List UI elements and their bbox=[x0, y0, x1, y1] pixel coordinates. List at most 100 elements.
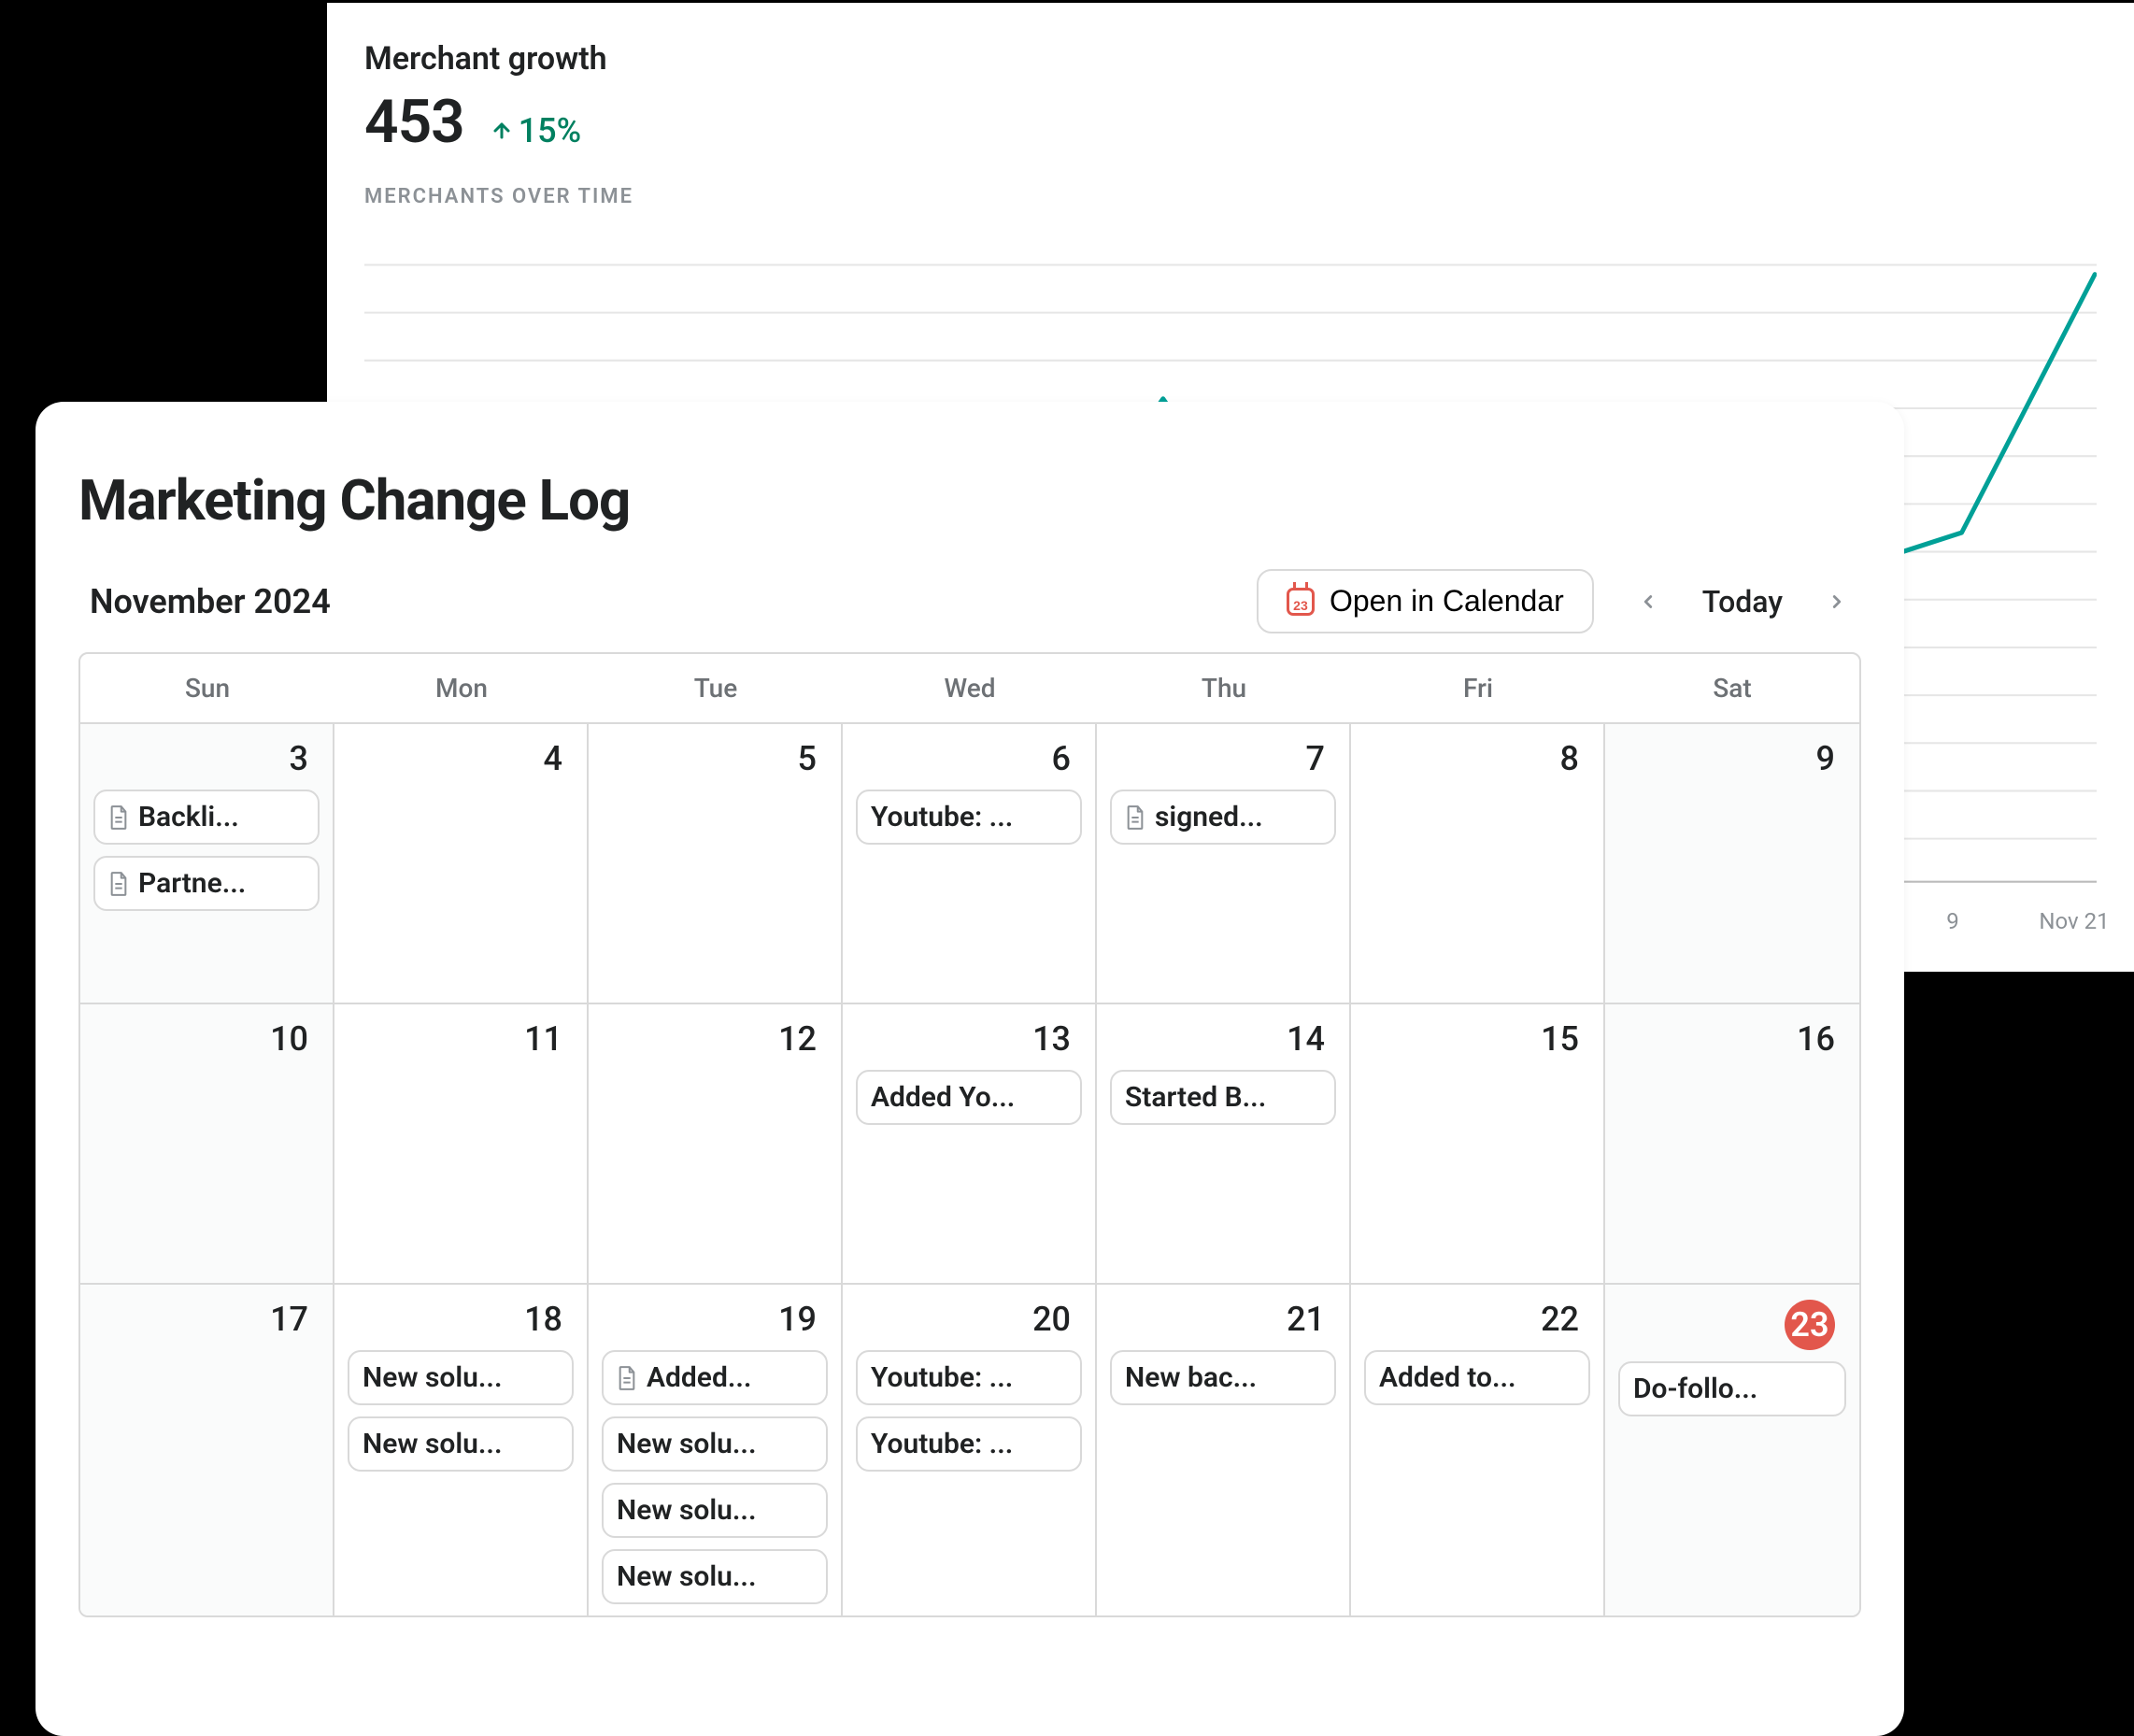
calendar-day[interactable]: 15 bbox=[1351, 1003, 1605, 1283]
calendar-day[interactable]: 11 bbox=[334, 1003, 589, 1283]
calendar-event-label: New bac... bbox=[1125, 1361, 1257, 1394]
kpi-value: 453 bbox=[364, 87, 464, 157]
calendar-day-number: 8 bbox=[1360, 735, 1594, 790]
next-month-button[interactable] bbox=[1816, 581, 1857, 622]
calendar-event-label: Added Yo... bbox=[871, 1081, 1015, 1114]
calendar-event[interactable]: Backli... bbox=[93, 790, 320, 845]
month-label: November 2024 bbox=[90, 582, 331, 621]
calendar-day[interactable]: 17 bbox=[80, 1283, 334, 1615]
calendar-day[interactable]: 7 signed... bbox=[1097, 722, 1351, 1003]
calendar-day-number: 10 bbox=[90, 1016, 323, 1070]
calendar-day[interactable]: 18New solu...New solu... bbox=[334, 1283, 589, 1615]
chart-title: Merchant growth bbox=[364, 40, 2134, 78]
calendar-event[interactable]: Do-follo... bbox=[1618, 1361, 1846, 1416]
kpi-row: 453 15% bbox=[364, 87, 2134, 157]
calendar-event-label: Youtube: ... bbox=[871, 801, 1013, 833]
calendar-event[interactable]: Youtube: ... bbox=[856, 1350, 1082, 1405]
calendar-event-label: Youtube: ... bbox=[871, 1428, 1013, 1460]
document-icon bbox=[108, 804, 129, 831]
calendar-event[interactable]: Started B... bbox=[1110, 1070, 1336, 1125]
calendar-event-label: Do-follo... bbox=[1633, 1373, 1757, 1405]
calendar-event-label: New solu... bbox=[617, 1560, 757, 1593]
calendar-event[interactable]: Partne... bbox=[93, 856, 320, 911]
today-button[interactable]: Today bbox=[1702, 584, 1783, 619]
dow-header: Wed bbox=[843, 654, 1097, 722]
calendar-day-number: 4 bbox=[344, 735, 577, 790]
dow-header: Mon bbox=[334, 654, 589, 722]
calendar-event-label: Added... bbox=[647, 1361, 751, 1394]
calendar-event-label: New solu... bbox=[363, 1361, 503, 1394]
x-tick-partial: 9 bbox=[1946, 908, 1959, 934]
calendar-day[interactable]: 6 Youtube: ... bbox=[843, 722, 1097, 1003]
calendar-day[interactable]: 5 bbox=[589, 722, 843, 1003]
calendar-event-label: New solu... bbox=[363, 1428, 503, 1460]
calendar-day[interactable]: 9 bbox=[1605, 722, 1859, 1003]
dow-header: Sun bbox=[80, 654, 334, 722]
calendar-day-number-today: 23 bbox=[1615, 1296, 1850, 1361]
dow-header: Fri bbox=[1351, 654, 1605, 722]
calendar-day[interactable]: 16 bbox=[1605, 1003, 1859, 1283]
calendar-event[interactable]: New solu... bbox=[602, 1483, 828, 1538]
calendar-event[interactable]: New solu... bbox=[348, 1416, 574, 1472]
document-icon bbox=[1125, 804, 1145, 831]
calendar-day[interactable]: 4 bbox=[334, 722, 589, 1003]
calendar-event[interactable]: Youtube: ... bbox=[856, 790, 1082, 845]
arrow-up-icon bbox=[491, 120, 513, 142]
open-in-calendar-label: Open in Calendar bbox=[1330, 584, 1564, 619]
document-icon bbox=[108, 871, 129, 897]
calendar-day-number: 14 bbox=[1106, 1016, 1340, 1070]
calendar-day-number: 19 bbox=[598, 1296, 832, 1350]
calendar-day[interactable]: 23 Do-follo... bbox=[1605, 1283, 1859, 1615]
calendar-day[interactable]: 20Youtube: ...Youtube: ... bbox=[843, 1283, 1097, 1615]
calendar-day-number: 7 bbox=[1106, 735, 1340, 790]
calendar-day-number: 16 bbox=[1615, 1016, 1850, 1070]
calendar-day[interactable]: 19 Added... New solu... New solu... New solu… bbox=[589, 1283, 843, 1615]
calendar-event[interactable]: New bac... bbox=[1110, 1350, 1336, 1405]
calendar-day[interactable]: 12 bbox=[589, 1003, 843, 1283]
calendar-event[interactable]: Added... bbox=[602, 1350, 828, 1405]
calendar-event-label: Partne... bbox=[138, 867, 246, 900]
calendar-event[interactable]: Added to... bbox=[1364, 1350, 1590, 1405]
calendar-event-label: signed... bbox=[1155, 801, 1263, 833]
calendar-day-number: 6 bbox=[852, 735, 1086, 790]
document-icon bbox=[617, 1365, 637, 1391]
calendar-event-label: New solu... bbox=[617, 1494, 757, 1527]
calendar-icon: 23 bbox=[1287, 588, 1315, 616]
calendar-event[interactable]: New solu... bbox=[602, 1549, 828, 1604]
calendar-day-number: 12 bbox=[598, 1016, 832, 1070]
prev-month-button[interactable] bbox=[1628, 581, 1669, 622]
calendar-event-label: Added to... bbox=[1379, 1361, 1516, 1394]
chevron-left-icon bbox=[1638, 591, 1658, 612]
open-in-calendar-button[interactable]: 23 Open in Calendar bbox=[1257, 569, 1594, 633]
calendar-event[interactable]: Youtube: ... bbox=[856, 1416, 1082, 1472]
calendar-day[interactable]: 8 bbox=[1351, 722, 1605, 1003]
calendar-day[interactable]: 14 Started B... bbox=[1097, 1003, 1351, 1283]
calendar-header: November 2024 23 Open in Calendar Today bbox=[78, 569, 1861, 633]
calendar-event[interactable]: Added Yo... bbox=[856, 1070, 1082, 1125]
calendar-day-number: 17 bbox=[90, 1296, 323, 1350]
page-title: Marketing Change Log bbox=[78, 467, 1861, 534]
calendar-day-number: 5 bbox=[598, 735, 832, 790]
chart-subtitle: MERCHANTS OVER TIME bbox=[364, 185, 2134, 208]
calendar-day[interactable]: 21 New bac... bbox=[1097, 1283, 1351, 1615]
calendar-event-label: Started B... bbox=[1125, 1081, 1266, 1114]
calendar-day[interactable]: 10 bbox=[80, 1003, 334, 1283]
calendar-day[interactable]: 22Added to... bbox=[1351, 1283, 1605, 1615]
calendar-day-number: 9 bbox=[1615, 735, 1850, 790]
calendar-event[interactable]: New solu... bbox=[348, 1350, 574, 1405]
dow-header: Tue bbox=[589, 654, 843, 722]
calendar-day-number: 21 bbox=[1106, 1296, 1340, 1350]
calendar-day-number: 13 bbox=[852, 1016, 1086, 1070]
calendar-day[interactable]: 3 Backli... Partne... bbox=[80, 722, 334, 1003]
calendar-event[interactable]: New solu... bbox=[602, 1416, 828, 1472]
calendar-event[interactable]: signed... bbox=[1110, 790, 1336, 845]
calendar-day-number: 11 bbox=[344, 1016, 577, 1070]
calendar-day-number: 3 bbox=[90, 735, 323, 790]
change-log-card: Marketing Change Log November 2024 23 Op… bbox=[36, 402, 1904, 1736]
calendar-grid: SunMonTueWedThuFriSat 3Backli...Partne..… bbox=[78, 652, 1861, 1617]
chevron-right-icon bbox=[1827, 591, 1847, 612]
kpi-delta-value: 15% bbox=[519, 111, 581, 150]
calendar-event-label: Backli... bbox=[138, 801, 239, 833]
calendar-day[interactable]: 13 Added Yo... bbox=[843, 1003, 1097, 1283]
x-tick: Nov 21 bbox=[2039, 908, 2109, 934]
